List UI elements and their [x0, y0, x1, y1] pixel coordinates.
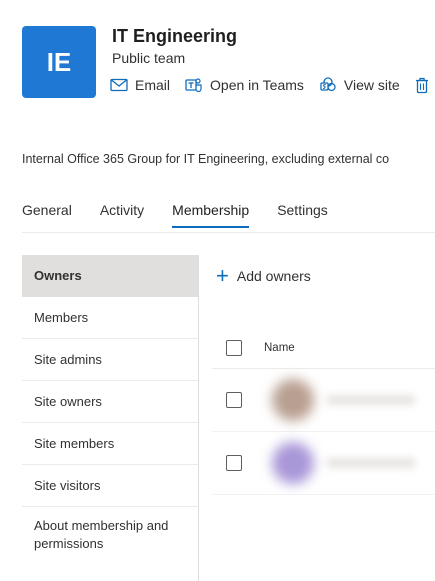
sidenav-item-about-membership[interactable]: About membership and permissions	[22, 507, 198, 569]
tab-bar: General Activity Membership Settings	[22, 202, 356, 228]
team-description: Internal Office 365 Group for IT Enginee…	[22, 152, 390, 166]
view-site-label: View site	[343, 77, 400, 93]
table-row[interactable]	[212, 432, 435, 495]
row-checkbox[interactable]	[226, 455, 242, 471]
trash-icon	[415, 77, 428, 93]
add-owners-label: Add owners	[236, 268, 311, 284]
open-in-teams-action[interactable]: Open in Teams	[185, 77, 304, 93]
teams-icon	[185, 78, 202, 93]
team-type: Public team	[112, 50, 186, 66]
delete-action[interactable]	[415, 77, 435, 94]
email-action[interactable]: Email	[110, 77, 170, 93]
tab-activity[interactable]: Activity	[100, 202, 144, 227]
plus-icon: +	[216, 263, 229, 288]
tab-divider	[22, 232, 435, 233]
redacted-name	[326, 395, 416, 405]
team-actions: Email Open in Teams View site	[110, 76, 435, 94]
redacted-name	[326, 458, 416, 468]
view-site-action[interactable]: View site	[319, 76, 400, 94]
sidenav-item-owners[interactable]: Owners	[22, 255, 198, 297]
table-header: Name	[212, 328, 435, 369]
mail-icon	[110, 78, 128, 92]
avatar	[272, 442, 314, 484]
team-avatar: IE	[22, 26, 96, 98]
open-in-teams-label: Open in Teams	[210, 77, 304, 93]
tab-membership[interactable]: Membership	[172, 202, 250, 228]
team-name: IT Engineering	[112, 26, 238, 46]
select-all-checkbox[interactable]	[226, 340, 242, 356]
name-column-header[interactable]: Name	[264, 342, 295, 354]
tab-general[interactable]: General	[22, 202, 72, 227]
sidenav-item-site-admins[interactable]: Site admins	[22, 339, 198, 381]
owners-table: Name	[212, 328, 435, 495]
table-row[interactable]	[212, 369, 435, 432]
sharepoint-icon	[320, 77, 336, 92]
sidenav-item-site-visitors[interactable]: Site visitors	[22, 465, 198, 507]
avatar	[272, 379, 314, 421]
add-owners-button[interactable]: + Add owners	[216, 263, 311, 288]
email-label: Email	[135, 77, 171, 93]
sidenav-item-members[interactable]: Members	[22, 297, 198, 339]
membership-sidenav: Owners Members Site admins Site owners S…	[22, 255, 199, 581]
sidenav-item-site-members[interactable]: Site members	[22, 423, 198, 465]
row-checkbox[interactable]	[226, 392, 242, 408]
sidenav-item-site-owners[interactable]: Site owners	[22, 381, 198, 423]
tab-settings[interactable]: Settings	[277, 202, 328, 227]
